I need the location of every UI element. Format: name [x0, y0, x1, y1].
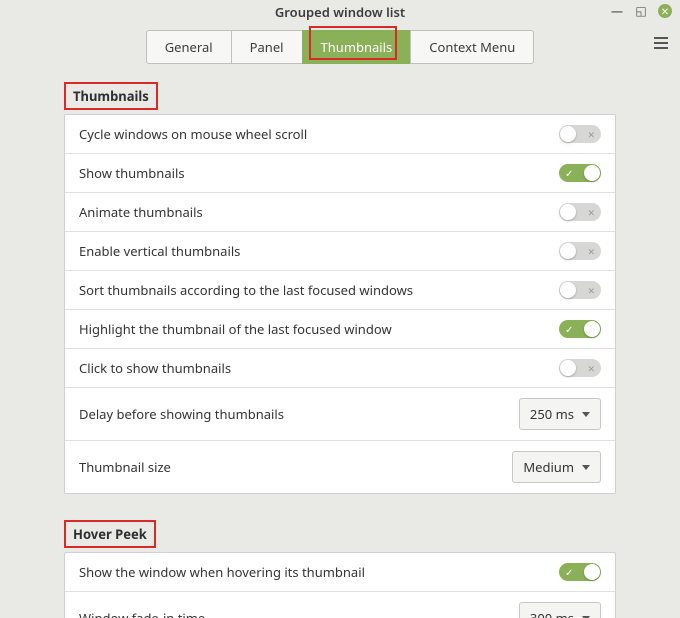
- menu-button[interactable]: [654, 34, 668, 52]
- label-show-hover: Show the window when hovering its thumbn…: [79, 563, 365, 581]
- label-delay: Delay before showing thumbnails: [79, 405, 284, 423]
- hoverpeek-panel: Show the window when hovering its thumbn…: [64, 552, 616, 618]
- toggle-highlight-thumbnail[interactable]: [559, 320, 601, 338]
- row-fade-in: Window fade-in time 300 ms: [65, 591, 615, 618]
- tab-bar: General Panel Thumbnails Context Menu: [0, 30, 680, 64]
- highlight-thumbnails-title: Thumbnails: [64, 82, 158, 110]
- toggle-animate-thumbnails[interactable]: [559, 203, 601, 221]
- chevron-down-icon: [582, 465, 590, 470]
- window-title: Grouped window list: [275, 3, 405, 21]
- tab-thumbnails[interactable]: Thumbnails: [302, 30, 412, 64]
- toggle-show-hover[interactable]: [559, 563, 601, 581]
- label-fade-in: Window fade-in time: [79, 609, 205, 618]
- section-hoverpeek: Hover Peek Show the window when hovering…: [64, 520, 616, 618]
- label-click-thumbnails: Click to show thumbnails: [79, 359, 231, 377]
- dropdown-fade-in[interactable]: 300 ms: [519, 602, 601, 618]
- row-sort-thumbnails: Sort thumbnails according to the last fo…: [65, 270, 615, 309]
- maximize-button[interactable]: ◱: [634, 4, 648, 18]
- titlebar: Grouped window list — ◱ ✕: [0, 0, 680, 24]
- settings-window: Grouped window list — ◱ ✕ General Panel …: [0, 0, 680, 618]
- row-show-hover: Show the window when hovering its thumbn…: [65, 553, 615, 591]
- label-highlight-thumbnail: Highlight the thumbnail of the last focu…: [79, 320, 392, 338]
- tab-context-menu[interactable]: Context Menu: [410, 30, 534, 64]
- row-show-thumbnails: Show thumbnails: [65, 153, 615, 192]
- section-title-thumbnails: Thumbnails: [69, 85, 153, 107]
- highlight-hoverpeek-title: Hover Peek: [64, 520, 156, 548]
- thumbnails-panel: Cycle windows on mouse wheel scroll Show…: [64, 114, 616, 494]
- content-area: Thumbnails Cycle windows on mouse wheel …: [0, 64, 680, 618]
- toggle-click-thumbnails[interactable]: [559, 359, 601, 377]
- dropdown-size[interactable]: Medium: [512, 451, 601, 483]
- chevron-down-icon: [582, 412, 590, 417]
- dropdown-fade-in-value: 300 ms: [530, 609, 574, 618]
- label-vertical-thumbnails: Enable vertical thumbnails: [79, 242, 240, 260]
- window-controls: — ◱ ✕: [610, 4, 672, 18]
- label-cycle-windows: Cycle windows on mouse wheel scroll: [79, 125, 307, 143]
- dropdown-size-value: Medium: [523, 458, 574, 476]
- row-click-thumbnails: Click to show thumbnails: [65, 348, 615, 387]
- label-size: Thumbnail size: [79, 458, 171, 476]
- dropdown-delay-value: 250 ms: [530, 405, 574, 423]
- dropdown-delay[interactable]: 250 ms: [519, 398, 601, 430]
- label-sort-thumbnails: Sort thumbnails according to the last fo…: [79, 281, 413, 299]
- toggle-cycle-windows[interactable]: [559, 125, 601, 143]
- tab-general[interactable]: General: [146, 30, 232, 64]
- tab-panel[interactable]: Panel: [231, 30, 303, 64]
- toggle-vertical-thumbnails[interactable]: [559, 242, 601, 260]
- row-delay: Delay before showing thumbnails 250 ms: [65, 387, 615, 440]
- label-show-thumbnails: Show thumbnails: [79, 164, 185, 182]
- close-button[interactable]: ✕: [658, 4, 672, 18]
- section-title-hoverpeek: Hover Peek: [69, 523, 151, 545]
- minimize-button[interactable]: —: [610, 4, 624, 18]
- toggle-show-thumbnails[interactable]: [559, 164, 601, 182]
- row-cycle-windows: Cycle windows on mouse wheel scroll: [65, 115, 615, 153]
- row-highlight-thumbnail: Highlight the thumbnail of the last focu…: [65, 309, 615, 348]
- label-animate-thumbnails: Animate thumbnails: [79, 203, 203, 221]
- section-thumbnails: Thumbnails Cycle windows on mouse wheel …: [64, 82, 616, 494]
- toggle-sort-thumbnails[interactable]: [559, 281, 601, 299]
- row-vertical-thumbnails: Enable vertical thumbnails: [65, 231, 615, 270]
- row-size: Thumbnail size Medium: [65, 440, 615, 493]
- row-animate-thumbnails: Animate thumbnails: [65, 192, 615, 231]
